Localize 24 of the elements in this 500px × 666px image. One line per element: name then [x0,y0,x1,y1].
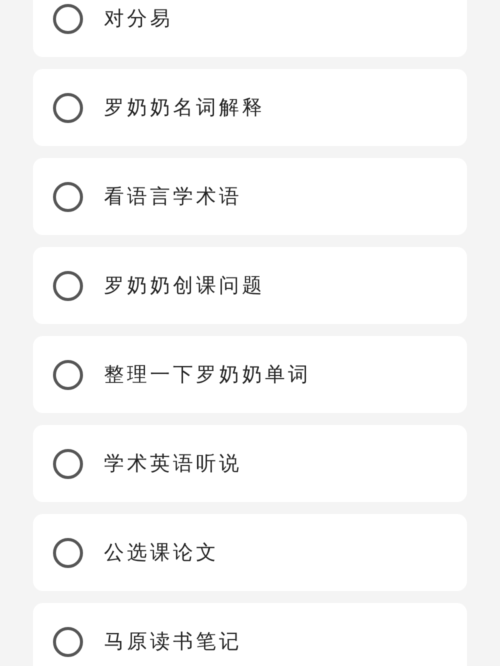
task-card[interactable]: 整理一下罗奶奶单词 [33,336,467,413]
task-label: 整理一下罗奶奶单词 [104,361,311,388]
checkbox[interactable] [53,538,83,568]
task-label: 看语言学术语 [104,183,242,210]
checkbox[interactable] [53,182,83,212]
task-label: 对分易 [104,5,173,32]
task-card[interactable]: 学术英语听说 [33,425,467,502]
task-label: 学术英语听说 [104,450,242,477]
checkbox[interactable] [53,270,83,300]
task-label: 罗奶奶名词解释 [104,94,265,121]
task-label: 罗奶奶创课问题 [104,272,265,299]
checkbox[interactable] [53,92,83,122]
checkbox[interactable] [53,626,83,656]
checkbox[interactable] [53,448,83,478]
task-card[interactable]: 马原读书笔记 [33,603,467,666]
task-label: 马原读书笔记 [104,628,242,655]
task-card[interactable]: 看语言学术语 [33,158,467,235]
checkbox[interactable] [53,360,83,390]
task-card[interactable]: 罗奶奶名词解释 [33,69,467,146]
checkbox[interactable] [53,4,83,34]
task-card[interactable]: 罗奶奶创课问题 [33,247,467,324]
task-card[interactable]: 对分易 [33,0,467,57]
task-label: 公选课论文 [104,539,219,566]
task-card[interactable]: 公选课论文 [33,514,467,591]
